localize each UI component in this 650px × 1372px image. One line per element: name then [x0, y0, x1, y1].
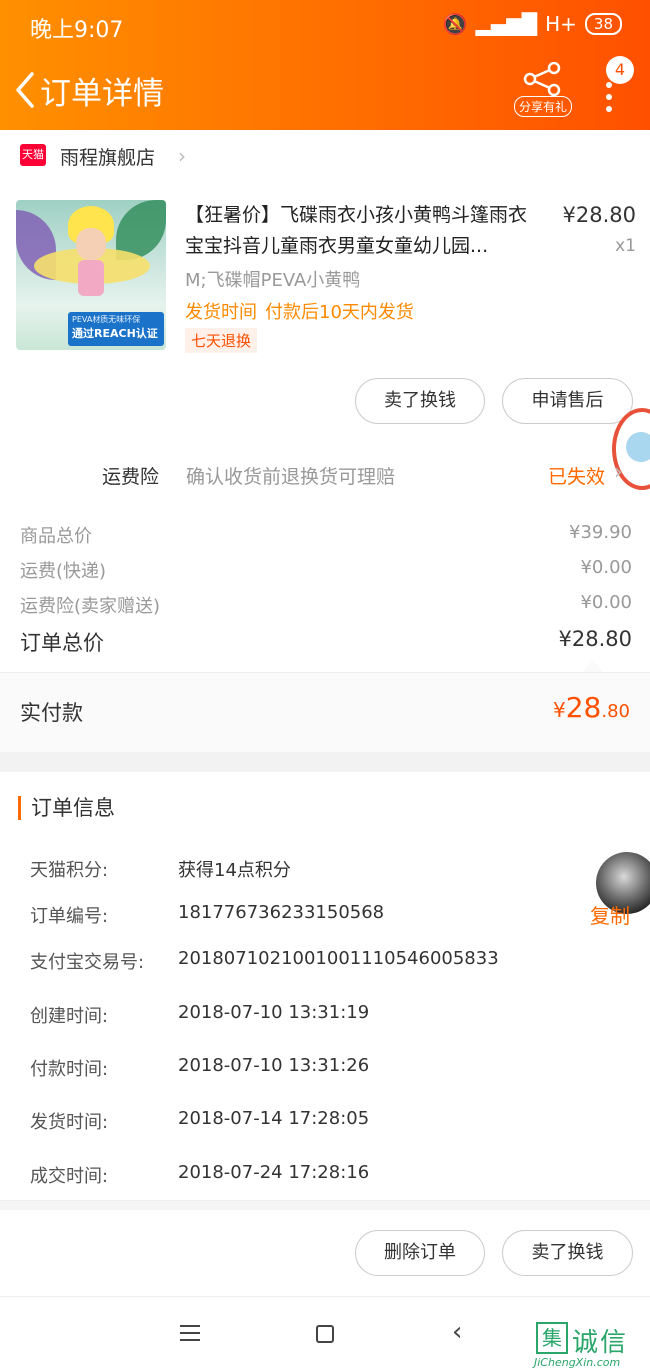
- order-info-key: 订单编号:: [30, 906, 109, 927]
- copy-button[interactable]: 复制: [590, 900, 630, 929]
- delete-order-button[interactable]: 删除订单: [355, 1230, 485, 1276]
- insurance-fee-label: 运费险(卖家赠送): [20, 596, 161, 617]
- goods-total-row: 商品总价 ¥39.90: [20, 522, 632, 548]
- product-price: ¥28.80: [562, 203, 636, 227]
- watermark-box: 集: [536, 1322, 568, 1354]
- paid-amount-box: 实付款 ¥28.80: [0, 672, 650, 752]
- insurance-fee-value: ¥0.00: [580, 592, 632, 613]
- menu-icon[interactable]: [180, 1325, 200, 1346]
- pointer-arrow: [583, 660, 603, 672]
- order-info-value: 2018071021001001110546005833: [178, 948, 499, 969]
- order-info-value: 获得14点积分: [178, 860, 291, 881]
- product-image[interactable]: PEVA材质无味环保 通过REACH认证: [16, 200, 166, 350]
- order-info-key: 天猫积分:: [30, 860, 109, 881]
- insurance-fee-row: 运费险(卖家赠送) ¥0.00: [20, 592, 632, 618]
- product-image-caption: PEVA材质无味环保: [72, 315, 141, 324]
- insurance-label: 运费险: [102, 466, 160, 488]
- order-info-value: 181776736233150568: [178, 902, 385, 923]
- shipping-time: 发货时间 付款后10天内发货: [185, 298, 414, 324]
- network-type: H+: [545, 12, 577, 36]
- shipping-insurance-row[interactable]: 运费险 确认收货前退换货可理赔 已失效 ›: [0, 450, 650, 498]
- product-image-badge: 通过REACH认证: [72, 327, 158, 340]
- shipping-time-label: 发货时间: [185, 302, 257, 323]
- insurance-status: 已失效: [548, 466, 606, 488]
- order-total-label: 订单总价: [20, 631, 104, 655]
- order-info-value: 2018-07-24 17:28:16: [178, 1162, 370, 1183]
- watermark-url: JiChengXin.com: [534, 1356, 621, 1369]
- product-title[interactable]: 【狂暑价】飞碟雨衣小孩小黄鸭斗篷雨衣宝宝抖音儿童雨衣男童女童幼儿园...: [185, 200, 545, 262]
- share-icon: [523, 62, 561, 96]
- section-gap: [0, 752, 650, 772]
- back-icon[interactable]: [12, 70, 40, 110]
- goods-total-label: 商品总价: [20, 526, 92, 547]
- after-sale-button[interactable]: 申请售后: [502, 378, 633, 424]
- status-time: 晚上9:07: [30, 18, 124, 43]
- order-info-heading: 订单信息: [18, 796, 115, 820]
- nav-back-icon[interactable]: ‹: [452, 1317, 462, 1347]
- order-info-key: 发货时间:: [30, 1112, 109, 1133]
- mute-icon: 🔕: [442, 12, 468, 36]
- message-badge: 4: [606, 56, 634, 84]
- order-total-value: ¥28.80: [558, 627, 632, 651]
- freight-value: ¥0.00: [580, 557, 632, 578]
- watermark-logo: 集 诚信 JiChengXin.com: [532, 1322, 650, 1372]
- page-title: 订单详情: [40, 76, 164, 112]
- share-label: 分享有礼: [514, 96, 573, 117]
- order-info-value: 2018-07-10 13:31:26: [178, 1055, 370, 1076]
- paid-label: 实付款: [20, 701, 83, 725]
- freight-row: 运费(快递) ¥0.00: [20, 557, 632, 583]
- product-quantity: x1: [615, 236, 636, 256]
- home-icon[interactable]: [316, 1325, 334, 1343]
- watermark-text: 诚信: [572, 1328, 629, 1358]
- order-info-value: 2018-07-14 17:28:05: [178, 1108, 370, 1129]
- insurance-desc: 确认收货前退换货可理赔: [186, 466, 396, 488]
- signal-icon: ▂▄▆█: [475, 12, 538, 36]
- tmall-icon: 天猫: [20, 144, 46, 166]
- share-button[interactable]: 分享有礼: [512, 62, 573, 118]
- more-icon[interactable]: [606, 82, 614, 118]
- order-info-key: 支付宝交易号:: [30, 952, 145, 973]
- chevron-right-icon: ›: [178, 144, 186, 168]
- status-icons: 🔕 ▂▄▆█ H+ 38: [443, 12, 622, 36]
- divider: [0, 1200, 650, 1210]
- freight-label: 运费(快递): [20, 561, 107, 582]
- battery-level: 38: [584, 13, 622, 35]
- product-sku: M;飞碟帽PEVA小黄鸭: [185, 270, 361, 291]
- order-info-value: 2018-07-10 13:31:19: [178, 1002, 370, 1023]
- shop-row[interactable]: 天猫 雨程旗舰店 ›: [0, 130, 650, 182]
- sell-button-bottom[interactable]: 卖了换钱: [502, 1230, 633, 1276]
- order-info-key: 成交时间:: [30, 1166, 109, 1187]
- return-policy-tag: 七天退换: [185, 328, 258, 353]
- goods-total-value: ¥39.90: [569, 522, 632, 543]
- paid-amount: ¥28.80: [552, 691, 630, 724]
- sell-button[interactable]: 卖了换钱: [355, 378, 485, 424]
- shop-name: 雨程旗舰店: [60, 147, 156, 169]
- app-header: 晚上9:07 🔕 ▂▄▆█ H+ 38 订单详情 分享有礼 4: [0, 0, 650, 130]
- order-total-row: 订单总价 ¥28.80: [20, 627, 632, 657]
- shipping-time-value: 付款后10天内发货: [265, 302, 414, 323]
- chevron-right-icon: ›: [614, 460, 623, 485]
- order-info-key: 付款时间:: [30, 1059, 109, 1080]
- order-info-key: 创建时间:: [30, 1006, 109, 1027]
